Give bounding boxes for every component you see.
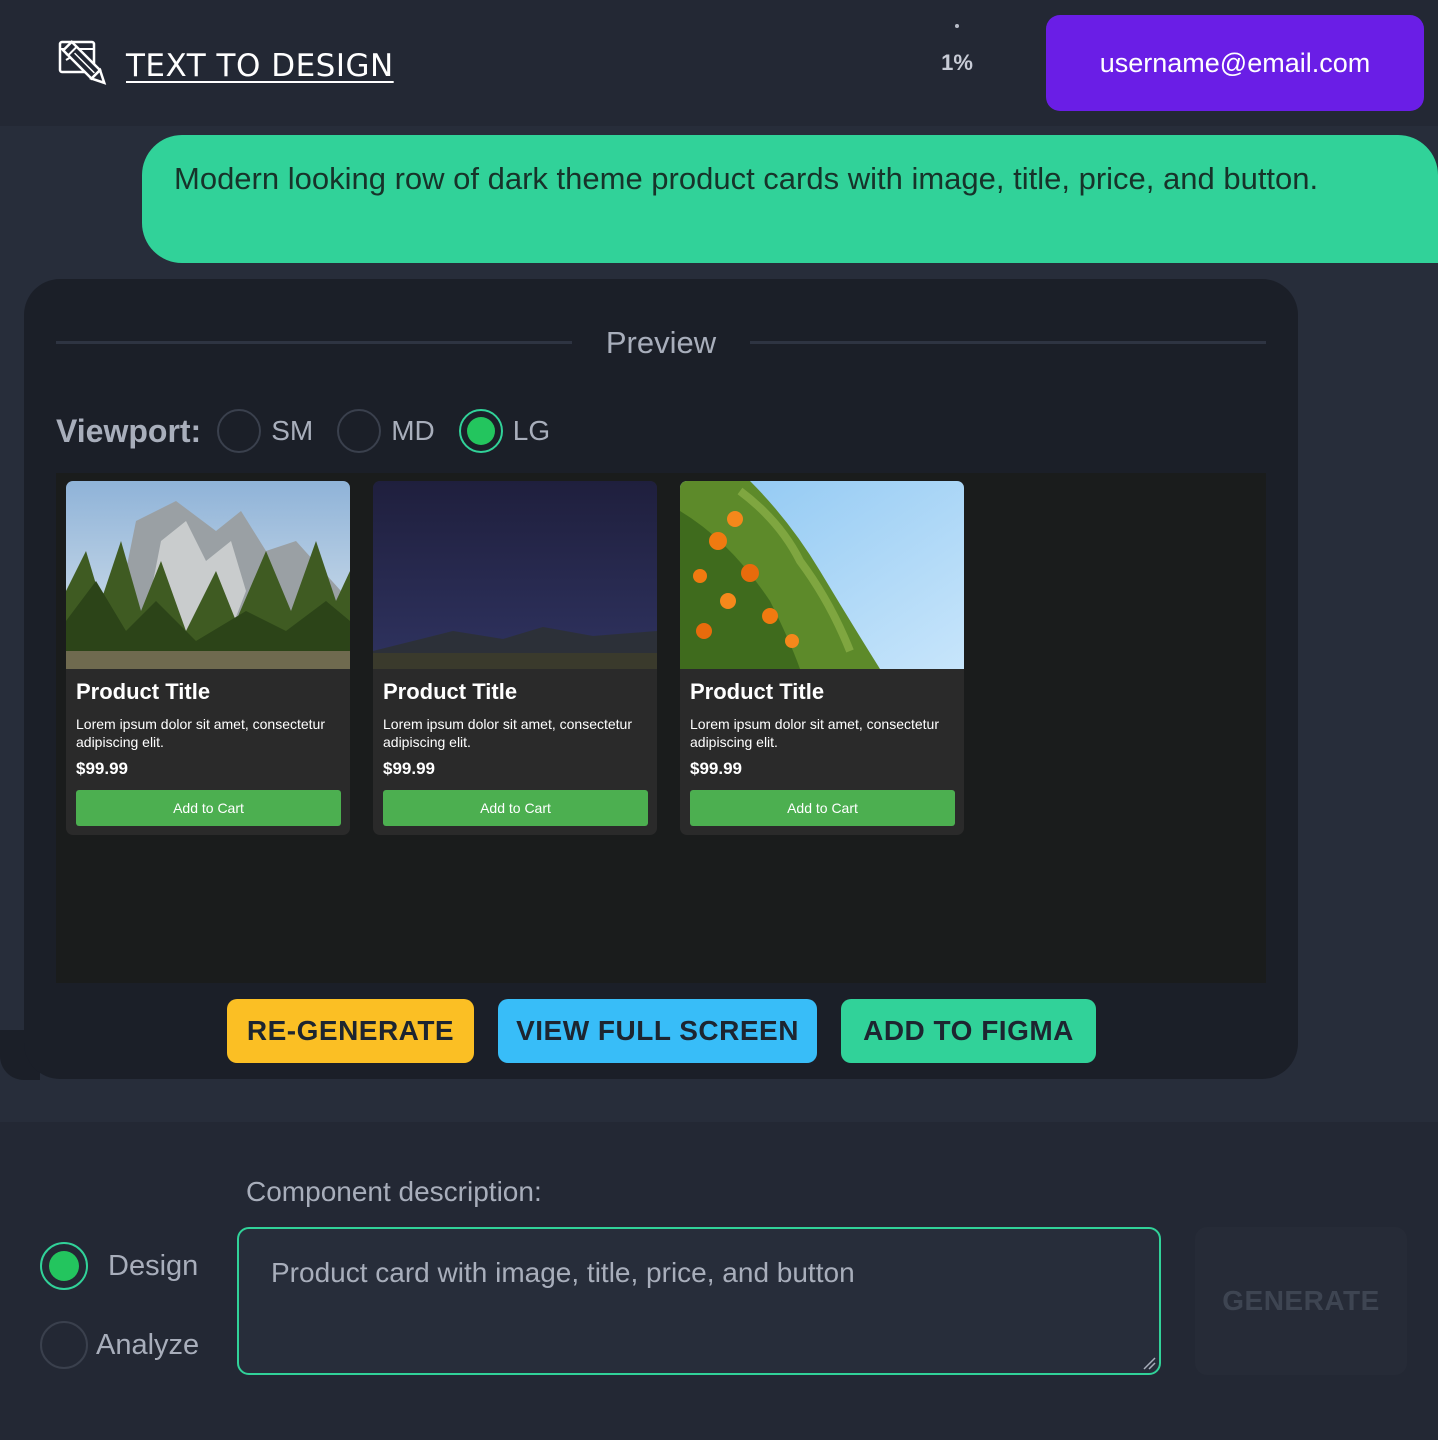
orange-tree-image	[680, 481, 964, 669]
pencil-edit-icon	[58, 40, 107, 85]
viewport-selector: Viewport: SM MD LG	[56, 407, 574, 455]
component-description-label: Component description:	[246, 1176, 542, 1207]
card-description: Lorem ipsum dolor sit amet, consectetur …	[383, 716, 632, 750]
mountain-forest-image	[66, 481, 350, 669]
card-description: Lorem ipsum dolor sit amet, consectetur …	[76, 716, 325, 750]
preview-panel: Preview Viewport: SM MD LG Product Title…	[24, 279, 1298, 1079]
preview-title: Preview	[605, 325, 717, 360]
radio-selected-dot	[466, 417, 495, 445]
app-logo[interactable]: TEXT TO DESIGN	[58, 38, 394, 94]
viewport-radio-lg[interactable]	[458, 409, 503, 453]
regenerate-button[interactable]: RE-GENERATE	[227, 999, 474, 1063]
add-to-cart-button[interactable]: Add to Cart	[690, 790, 955, 826]
prompt-bubble: Modern looking row of dark theme product…	[142, 135, 1438, 263]
mode-radio-design[interactable]	[40, 1242, 88, 1290]
add-to-cart-button[interactable]: Add to Cart	[383, 790, 648, 826]
card-title: Product Title	[690, 679, 825, 704]
radio-selected-dot	[49, 1251, 79, 1281]
card-title: Product Title	[76, 679, 211, 704]
divider	[56, 341, 572, 344]
mode-option-design[interactable]: Design	[40, 1242, 198, 1290]
app-title: TEXT TO DESIGN	[126, 48, 394, 84]
viewport-label-lg: LG	[512, 415, 551, 446]
mode-label-analyze: Analyze	[96, 1328, 200, 1361]
prompt-text: Modern looking row of dark theme product…	[174, 161, 1319, 196]
product-card: Product Title Lorem ipsum dolor sit amet…	[373, 481, 657, 835]
divider	[750, 341, 1266, 344]
user-account-button[interactable]: username@email.com	[1046, 15, 1424, 111]
component-description-input[interactable]	[237, 1227, 1161, 1375]
card-price: $99.99	[690, 759, 742, 778]
view-full-screen-button[interactable]: VIEW FULL SCREEN	[498, 999, 817, 1063]
progress-indicator-dot	[955, 24, 959, 28]
usage-progress: 1%	[941, 50, 973, 75]
composer-area: Design Analyze Component description: GE…	[0, 1122, 1438, 1440]
viewport-label-sm: SM	[271, 415, 314, 446]
resize-handle-icon[interactable]	[1142, 1356, 1156, 1370]
mode-label-design: Design	[108, 1249, 199, 1282]
card-price: $99.99	[383, 759, 435, 778]
card-title: Product Title	[383, 679, 518, 704]
mode-option-analyze[interactable]: Analyze	[40, 1321, 199, 1369]
mode-radio-analyze[interactable]	[40, 1321, 88, 1369]
preview-canvas: Product Title Lorem ipsum dolor sit amet…	[56, 473, 1266, 983]
viewport-label-md: MD	[391, 415, 435, 446]
card-price: $99.99	[76, 759, 128, 778]
product-card: Product Title Lorem ipsum dolor sit amet…	[66, 481, 350, 835]
viewport-radio-md[interactable]	[337, 409, 382, 453]
add-to-cart-button[interactable]: Add to Cart	[76, 790, 341, 826]
generate-button[interactable]: GENERATE	[1195, 1227, 1407, 1375]
night-sky-image	[373, 481, 657, 669]
viewport-label: Viewport:	[56, 412, 202, 449]
product-card: Product Title Lorem ipsum dolor sit amet…	[680, 481, 964, 835]
viewport-radio-sm[interactable]	[217, 409, 262, 453]
app-header: TEXT TO DESIGN 1% username@email.com	[0, 0, 1438, 126]
card-description: Lorem ipsum dolor sit amet, consectetur …	[690, 716, 939, 750]
add-to-figma-button[interactable]: ADD TO FIGMA	[841, 999, 1096, 1063]
